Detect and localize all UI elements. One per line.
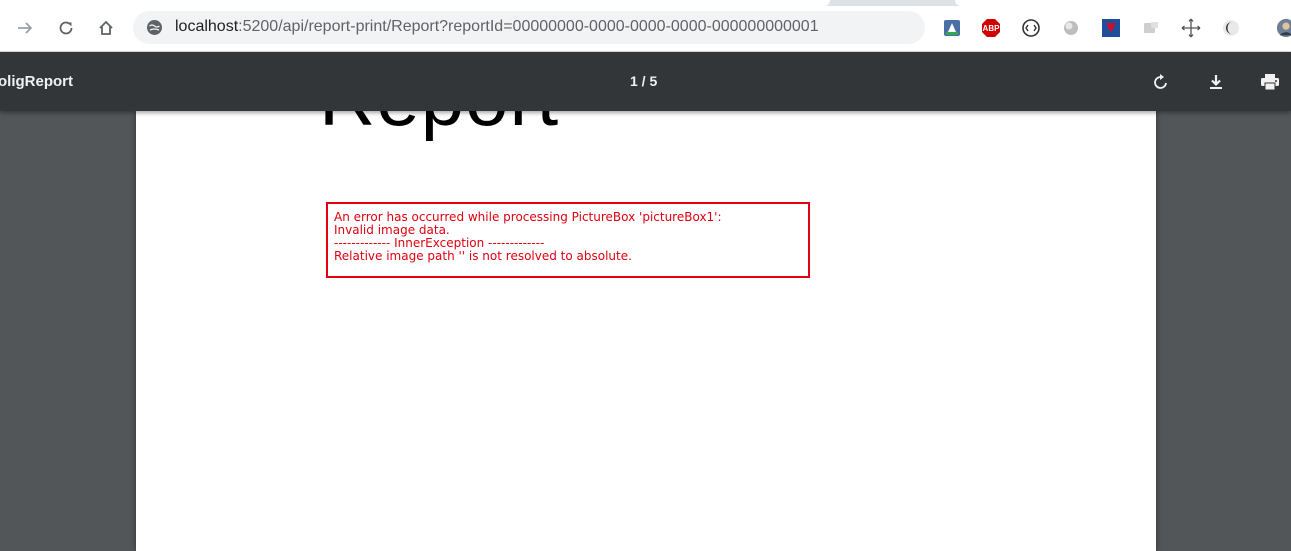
mcafee-icon[interactable] <box>1101 18 1121 38</box>
pdf-page: Report An error has occurred while proce… <box>136 111 1156 551</box>
forward-icon[interactable] <box>9 12 41 44</box>
extension-orb-icon[interactable] <box>1061 18 1081 38</box>
rotate-icon[interactable] <box>1147 68 1175 96</box>
extension-gray-icon[interactable] <box>1141 18 1161 38</box>
extension-circle-icon[interactable] <box>1021 18 1041 38</box>
drive-extension-icon[interactable] <box>942 18 962 38</box>
browser-toolbar: localhost:5200/api/report-print/Report?r… <box>0 6 1291 52</box>
document-title: oligReport <box>0 73 73 90</box>
adblock-plus-icon[interactable]: ABP <box>981 18 1001 38</box>
error-line: Relative image path '' is not resolved t… <box>334 249 632 263</box>
report-heading: Report <box>319 111 559 137</box>
reload-icon[interactable] <box>50 12 82 44</box>
home-icon[interactable] <box>90 12 122 44</box>
url-text[interactable]: localhost:5200/api/report-print/Report?r… <box>175 18 819 36</box>
dark-mode-icon[interactable] <box>1221 18 1241 38</box>
print-icon[interactable] <box>1256 68 1284 96</box>
profile-avatar[interactable] <box>1276 18 1291 38</box>
page-indicator: 1 / 5 <box>630 73 658 89</box>
pdf-viewer-toolbar: oligReport 1 / 5 <box>0 52 1291 111</box>
move-icon[interactable] <box>1181 18 1201 38</box>
site-info-icon[interactable] <box>146 19 163 36</box>
address-bar[interactable]: localhost:5200/api/report-print/Report?r… <box>133 11 925 44</box>
download-icon[interactable] <box>1202 68 1230 96</box>
picturebox-error-message: An error has occurred while processing P… <box>326 202 810 278</box>
